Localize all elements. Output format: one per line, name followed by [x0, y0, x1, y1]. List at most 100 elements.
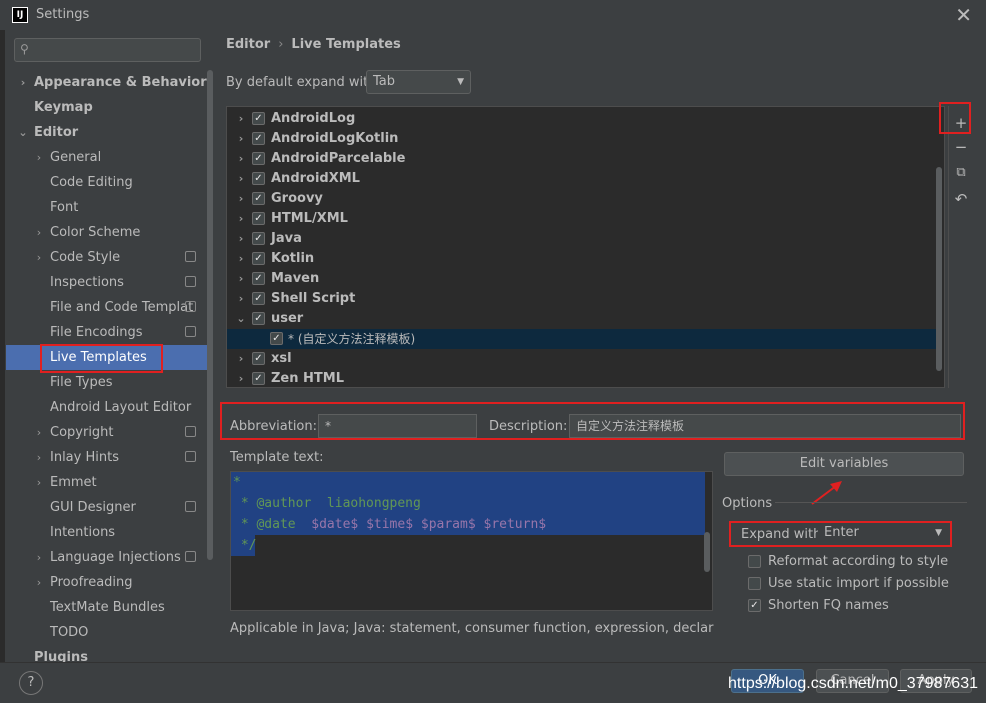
template-item[interactable]: ✓ * (自定义方法注释模板) — [227, 329, 939, 349]
chevron-icon[interactable]: › — [32, 145, 46, 170]
sidebar-item[interactable]: Android Layout Editor — [6, 395, 210, 420]
template-group[interactable]: › ✓ AndroidXML — [227, 169, 939, 189]
template-text-editor[interactable]: * * @author liaohongpeng * @date $date$ … — [230, 471, 713, 611]
template-checkbox[interactable]: ✓ — [252, 292, 265, 305]
template-checkbox[interactable]: ✓ — [252, 132, 265, 145]
sidebar-item[interactable]: TODO — [6, 620, 210, 645]
chevron-icon[interactable]: › — [235, 349, 247, 369]
template-label: user — [271, 311, 304, 326]
description-label: Description: — [489, 419, 568, 434]
app-logo-icon: IJ — [12, 7, 28, 23]
sidebar-item[interactable]: › Inlay Hints — [6, 445, 210, 470]
template-checkbox[interactable]: ✓ — [252, 192, 265, 205]
chevron-icon[interactable]: › — [235, 189, 247, 209]
templates-scrollbar[interactable] — [936, 167, 942, 371]
option-checkbox[interactable] — [748, 577, 761, 590]
template-checkbox[interactable]: ✓ — [252, 372, 265, 385]
sidebar-item[interactable]: › Emmet — [6, 470, 210, 495]
template-checkbox[interactable]: ✓ — [252, 352, 265, 365]
template-group[interactable]: › ✓ xsl — [227, 349, 939, 369]
sidebar-item[interactable]: Keymap — [6, 95, 210, 120]
template-group[interactable]: › ✓ Shell Script — [227, 289, 939, 309]
dialog-footer: ? OK Cancel Apply https://blog.csdn.net/… — [0, 662, 986, 703]
template-checkbox[interactable]: ✓ — [270, 332, 283, 345]
sidebar-item[interactable]: › Language Injections — [6, 545, 210, 570]
chevron-icon[interactable]: › — [235, 289, 247, 309]
template-group[interactable]: › ✓ Groovy — [227, 189, 939, 209]
chevron-icon[interactable]: › — [235, 129, 247, 149]
sidebar-item-label: Language Injections — [50, 550, 181, 565]
chevron-icon[interactable]: › — [235, 229, 247, 249]
sidebar-item[interactable]: › General — [6, 145, 210, 170]
sidebar-item[interactable]: › Code Style — [6, 245, 210, 270]
template-group[interactable]: › ✓ Kotlin — [227, 249, 939, 269]
expand-with-select[interactable]: Enter ▼ — [818, 523, 948, 545]
chevron-icon[interactable]: › — [235, 149, 247, 169]
template-checkbox[interactable]: ✓ — [252, 232, 265, 245]
template-checkbox[interactable]: ✓ — [252, 152, 265, 165]
sidebar-item[interactable]: Code Editing — [6, 170, 210, 195]
template-group[interactable]: › ✓ HTML/XML — [227, 209, 939, 229]
editor-scrollbar[interactable] — [704, 532, 710, 572]
search-icon: ⚲ — [20, 42, 29, 56]
template-group[interactable]: › ✓ AndroidLog — [227, 109, 939, 129]
template-checkbox[interactable]: ✓ — [252, 212, 265, 225]
template-group[interactable]: ⌄ ✓ user — [227, 309, 939, 329]
chevron-icon[interactable]: › — [235, 269, 247, 289]
chevron-icon[interactable]: › — [16, 70, 30, 95]
chevron-icon[interactable]: ⌄ — [16, 120, 30, 145]
template-group[interactable]: › ✓ Zen HTML — [227, 369, 939, 387]
abbreviation-input[interactable]: * — [318, 414, 477, 438]
description-input[interactable]: 自定义方法注释模板 — [569, 414, 961, 438]
edit-variables-button[interactable]: Edit variables — [724, 452, 964, 476]
sidebar-item[interactable]: › Copyright — [6, 420, 210, 445]
chevron-icon[interactable]: › — [32, 420, 46, 445]
sidebar-item[interactable]: File and Code Templat — [6, 295, 210, 320]
chevron-icon[interactable]: › — [235, 109, 247, 129]
applicable-contexts-text[interactable]: Applicable in Java; Java: statement, con… — [230, 621, 714, 636]
template-toolbar: + − ⧉ ↶ — [948, 106, 970, 388]
template-checkbox[interactable]: ✓ — [252, 312, 265, 325]
option-checkbox[interactable]: ✓ — [748, 599, 761, 612]
chevron-icon[interactable]: › — [235, 169, 247, 189]
sidebar-item[interactable]: › Proofreading — [6, 570, 210, 595]
sidebar-item[interactable]: GUI Designer — [6, 495, 210, 520]
template-group[interactable]: › ✓ Java — [227, 229, 939, 249]
help-button[interactable]: ? — [19, 671, 43, 695]
chevron-icon[interactable]: › — [235, 209, 247, 229]
chevron-icon[interactable]: › — [32, 245, 46, 270]
chevron-icon[interactable]: › — [235, 249, 247, 269]
sidebar-item[interactable]: › Color Scheme — [6, 220, 210, 245]
sidebar-item[interactable]: File Encodings — [6, 320, 210, 345]
chevron-icon[interactable]: › — [32, 220, 46, 245]
template-group[interactable]: › ✓ AndroidLogKotlin — [227, 129, 939, 149]
template-group[interactable]: › ✓ Maven — [227, 269, 939, 289]
sidebar-item[interactable]: › Appearance & Behavior — [6, 70, 210, 95]
template-group[interactable]: › ✓ AndroidParcelable — [227, 149, 939, 169]
sidebar-item[interactable]: ⌄ Editor — [6, 120, 210, 145]
sidebar-item[interactable]: Intentions — [6, 520, 210, 545]
background-window-edge — [0, 30, 5, 670]
template-checkbox[interactable]: ✓ — [252, 112, 265, 125]
breadcrumb-editor[interactable]: Editor — [226, 37, 270, 52]
template-checkbox[interactable]: ✓ — [252, 252, 265, 265]
chevron-icon[interactable]: › — [235, 369, 247, 387]
sidebar-item[interactable]: Inspections — [6, 270, 210, 295]
chevron-icon[interactable]: › — [32, 545, 46, 570]
settings-search-input[interactable]: ⚲ — [14, 38, 201, 62]
default-expand-select[interactable]: Tab ▼ — [366, 70, 471, 94]
revert-icon[interactable]: ↶ — [952, 190, 970, 208]
chevron-icon[interactable]: › — [32, 445, 46, 470]
sidebar-item[interactable]: File Types — [6, 370, 210, 395]
chevron-icon[interactable]: ⌄ — [235, 309, 247, 329]
chevron-icon[interactable]: › — [32, 470, 46, 495]
sidebar-item[interactable]: TextMate Bundles — [6, 595, 210, 620]
close-icon[interactable]: ✕ — [955, 3, 972, 27]
sidebar-item[interactable]: Font — [6, 195, 210, 220]
copy-icon[interactable]: ⧉ — [952, 164, 970, 182]
template-checkbox[interactable]: ✓ — [252, 172, 265, 185]
option-checkbox[interactable] — [748, 555, 761, 568]
remove-icon[interactable]: − — [952, 138, 970, 156]
template-checkbox[interactable]: ✓ — [252, 272, 265, 285]
chevron-icon[interactable]: › — [32, 570, 46, 595]
